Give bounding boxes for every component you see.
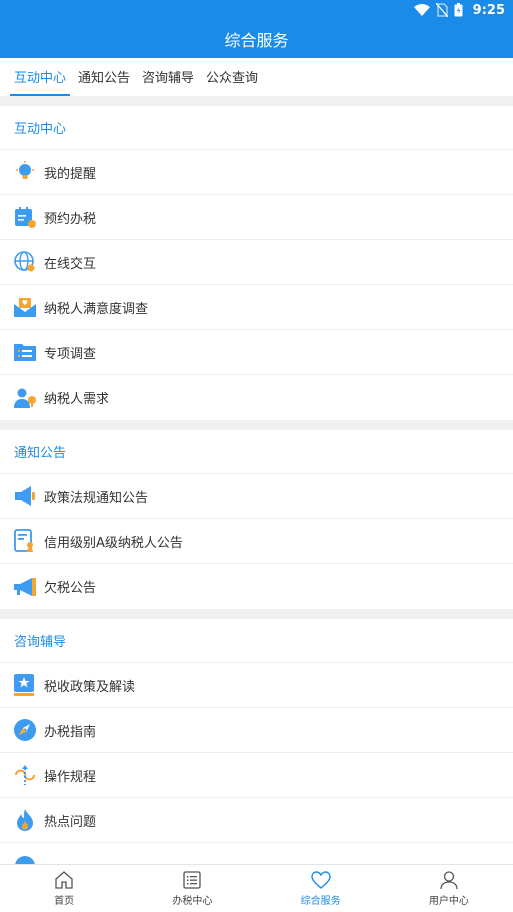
home-icon	[55, 871, 73, 889]
nav-tax-center[interactable]: 办税中心	[128, 865, 256, 912]
list-item-label: 预约办税	[44, 211, 97, 227]
list-item-label: 操作规程	[44, 769, 97, 785]
tab-public-query[interactable]: 公众查询	[202, 58, 262, 96]
status-bar: 9:25	[0, 0, 513, 20]
tab-interaction-center[interactable]: 互动中心	[10, 58, 71, 96]
list-item-credit-a-notice[interactable]: 信用级别A级纳税人公告	[0, 519, 513, 564]
list-item-label: 热点问题	[44, 814, 97, 830]
list-item-label: 我的提醒	[44, 166, 97, 182]
list-item-satisfaction-survey[interactable]: 纳税人满意度调查	[0, 285, 513, 330]
section-title: 互动中心	[0, 106, 513, 150]
section-notices: 通知公告 政策法规通知公告 信用级别A级纳税人公告 欠税公告	[0, 430, 513, 609]
list-item-label: 欠税公告	[44, 581, 97, 596]
tab-consulting[interactable]: 咨询辅导	[138, 58, 198, 96]
tab-notices[interactable]: 通知公告	[74, 58, 134, 96]
section-consulting: 咨询辅导 税收政策及解读 办税指南 操作规程 热点问题	[0, 619, 513, 888]
user-idea-icon	[12, 385, 38, 411]
list-item-operation-procedures[interactable]: 操作规程	[0, 753, 513, 798]
nav-label: 用户中心	[428, 896, 469, 907]
flame-icon	[12, 807, 38, 833]
list-item-label: 税收政策及解读	[44, 679, 136, 695]
flow-icon	[12, 762, 38, 788]
list-item-policy-notices[interactable]: 政策法规通知公告	[0, 474, 513, 519]
no-sim-icon	[435, 3, 448, 17]
list-item-label: 专项调查	[44, 346, 97, 362]
battery-icon	[454, 3, 463, 17]
list-item-label: 政策法规通知公告	[44, 490, 149, 506]
lightbulb-icon	[12, 159, 38, 185]
page-title: 综合服务	[0, 20, 513, 58]
list-item-appointment[interactable]: 预约办税	[0, 195, 513, 240]
section-interaction-center: 互动中心 我的提醒 预约办税 在线交互 纳税人满意度调查 专项调查 纳税人需求	[0, 106, 513, 420]
status-time: 9:25	[472, 2, 505, 18]
list-item-label: 办税指南	[44, 724, 97, 740]
list-item-special-survey[interactable]: 专项调查	[0, 330, 513, 375]
mail-heart-icon	[12, 294, 38, 320]
nav-services[interactable]: 综合服务	[257, 865, 385, 912]
list-item-label: 信用级别A级纳税人公告	[44, 535, 183, 551]
megaphone-icon	[12, 483, 38, 509]
list-icon	[183, 871, 202, 889]
list-item-tax-policy[interactable]: 税收政策及解读	[0, 663, 513, 708]
list-item-hot-topics[interactable]: 热点问题	[0, 798, 513, 843]
folder-list-icon	[12, 339, 38, 365]
certificate-icon	[12, 528, 38, 554]
list-item-tax-arrears[interactable]: 欠税公告	[0, 564, 513, 609]
calendar-icon	[12, 204, 38, 230]
list-item-online-interaction[interactable]: 在线交互	[0, 240, 513, 285]
user-icon	[440, 871, 458, 890]
section-title: 咨询辅导	[0, 619, 513, 663]
list-item-label: 纳税人满意度调查	[44, 301, 149, 317]
bottom-nav: 首页 办税中心 综合服务 用户中心	[0, 864, 513, 912]
content-scroll[interactable]: 互动中心 我的提醒 预约办税 在线交互 纳税人满意度调查 专项调查 纳税人需求 …	[0, 96, 513, 902]
nav-label: 综合服务	[300, 896, 341, 907]
loudspeaker-icon	[12, 574, 38, 600]
list-item-taxpayer-needs[interactable]: 纳税人需求	[0, 375, 513, 420]
wifi-icon	[413, 4, 430, 16]
nav-label: 首页	[54, 896, 75, 907]
star-book-icon	[12, 672, 38, 698]
nav-label: 办税中心	[172, 896, 213, 907]
nav-user-center[interactable]: 用户中心	[385, 865, 513, 912]
list-item-tax-guide[interactable]: 办税指南	[0, 708, 513, 753]
heart-icon	[310, 871, 331, 889]
list-item-my-reminders[interactable]: 我的提醒	[0, 150, 513, 195]
nav-home[interactable]: 首页	[0, 865, 128, 912]
globe-icon	[12, 249, 38, 275]
section-title: 通知公告	[0, 430, 513, 474]
list-item-label: 在线交互	[44, 256, 97, 272]
tab-bar: 互动中心 通知公告 咨询辅导 公众查询	[0, 58, 513, 96]
compass-icon	[12, 717, 38, 743]
list-item-label: 纳税人需求	[44, 392, 110, 407]
